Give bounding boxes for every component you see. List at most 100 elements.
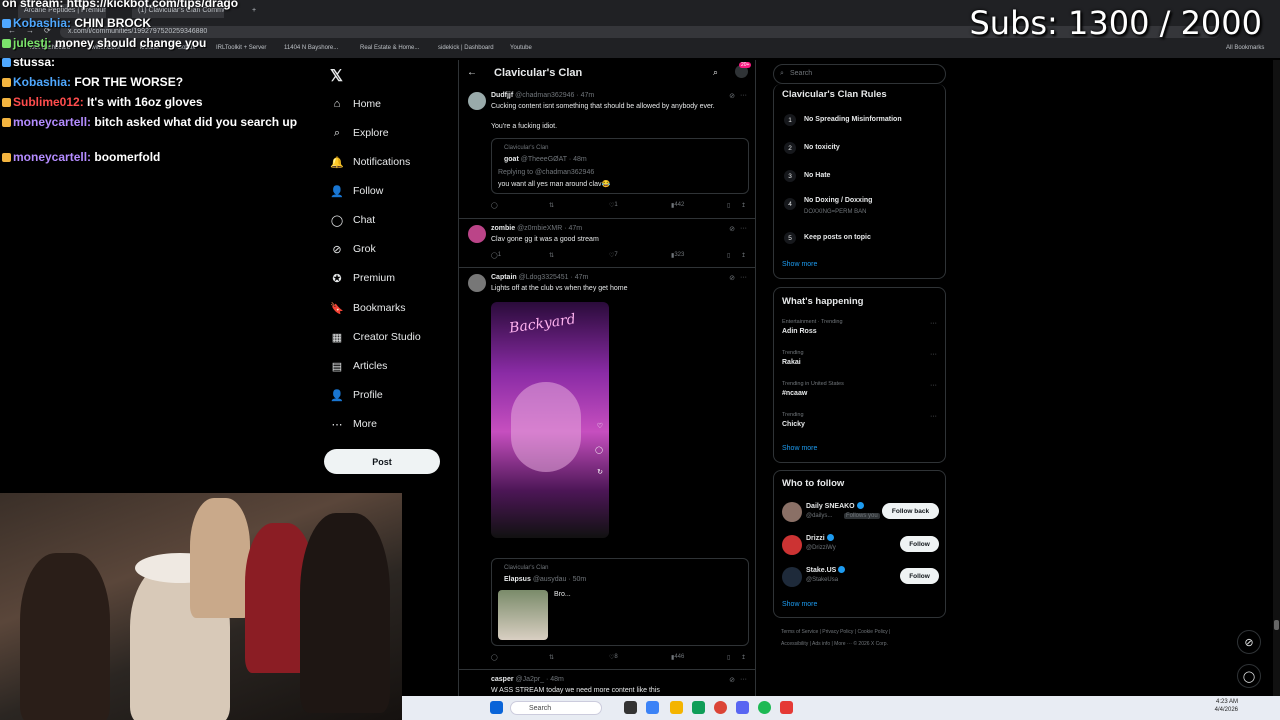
quoted-tweet[interactable]: Clavicular's Clan Elapsus @ausydau · 50m…	[491, 558, 749, 646]
more-icon[interactable]: ···	[930, 413, 937, 420]
avatar[interactable]	[782, 502, 802, 522]
more-icon[interactable]: ···	[740, 274, 747, 281]
more-icon[interactable]: ···	[740, 676, 747, 683]
retweet-icon[interactable]: ⇅	[549, 202, 554, 209]
scrollbar[interactable]	[1273, 60, 1280, 696]
more-icon[interactable]: ···	[930, 351, 937, 358]
discord-icon[interactable]	[736, 701, 749, 714]
views-icon[interactable]: ▮ 446	[671, 654, 684, 661]
taskbar-clock[interactable]: 4:23 AM 4/4/2026	[1215, 698, 1238, 714]
more-icon[interactable]: ···	[930, 382, 937, 389]
scrollbar-thumb[interactable]	[1274, 620, 1279, 630]
spotify-icon[interactable]	[758, 701, 771, 714]
rules-show-more[interactable]: Show more	[782, 261, 817, 268]
nav-articles[interactable]: ▤ Articles	[330, 356, 388, 376]
avatar[interactable]	[468, 274, 486, 292]
tweet[interactable]: casper @Ja2pr_ · 48m ⊘ ··· W ASS STREAM …	[459, 670, 755, 696]
tweet-author[interactable]: Dudfjjf @chadman362946 · 47m	[491, 92, 594, 99]
quote-thumbnail[interactable]	[498, 590, 548, 640]
trend-item[interactable]: #ncaaw	[782, 390, 807, 397]
x-logo-icon[interactable]: 𝕏	[330, 66, 343, 86]
follow-name[interactable]: Daily SNEAKO	[806, 502, 864, 510]
nav-more[interactable]: ⋯ More	[330, 414, 377, 434]
footer-links[interactable]: Accessibility | Ads info | More ··· © 20…	[781, 641, 888, 647]
tweet-author[interactable]: zombie @z0mbieXMR · 47m	[491, 225, 582, 232]
reply-icon[interactable]: ◯	[491, 202, 498, 209]
bookmark-icon[interactable]: ▯	[727, 654, 730, 661]
reply-icon[interactable]: ◯	[491, 654, 498, 661]
nav-chat[interactable]: ◯ Chat	[330, 210, 375, 230]
grok-icon[interactable]: ⊘	[729, 676, 735, 684]
tweet[interactable]: zombie @z0mbieXMR · 47m ⊘ ··· Clav gone …	[459, 219, 755, 268]
grok-float-icon[interactable]: ⊘	[1237, 630, 1261, 654]
nav-follow[interactable]: 👤 Follow	[330, 181, 383, 201]
search-icon[interactable]: ⌕	[713, 67, 718, 78]
like-icon[interactable]: ♡ 7	[609, 252, 618, 259]
rule-text[interactable]: No toxicity	[804, 144, 840, 151]
bookmark-real-estate[interactable]: Real Estate & Home...	[360, 45, 419, 51]
rule-text[interactable]: No Doxing / Doxxing	[804, 197, 872, 204]
bookmark-icon[interactable]: ▯	[727, 252, 730, 259]
bookmark-sidekick[interactable]: sidekick | Dashboard	[438, 45, 494, 51]
nav-notifications[interactable]: 🔔 Notifications	[330, 152, 410, 172]
tweet-author[interactable]: casper @Ja2pr_ · 48m	[491, 676, 564, 683]
tweet-author[interactable]: Captain @Ldog3325451 · 47m	[491, 274, 588, 281]
file-explorer-icon[interactable]	[670, 701, 683, 714]
avatar[interactable]	[782, 567, 802, 587]
follow-button[interactable]: Follow	[900, 568, 939, 584]
all-bookmarks[interactable]: All Bookmarks	[1226, 45, 1264, 51]
trend-item[interactable]: Rakai	[782, 359, 801, 366]
app-icon[interactable]	[646, 701, 659, 714]
share-icon[interactable]: ↥	[741, 202, 746, 209]
app-icon[interactable]	[780, 701, 793, 714]
grok-icon[interactable]: ⊘	[729, 274, 735, 282]
reply-icon[interactable]: ◯ 1	[491, 252, 501, 259]
tweet-video[interactable]: Backyard ♡ ◯ ↻	[491, 302, 609, 538]
messages-float-icon[interactable]: ◯	[1237, 664, 1261, 688]
nav-creator-studio[interactable]: ▦ Creator Studio	[330, 327, 421, 347]
views-icon[interactable]: ▮ 442	[671, 202, 684, 209]
taskbar-search[interactable]: Search	[510, 701, 602, 715]
back-arrow-icon[interactable]: ←	[467, 67, 477, 78]
follow-name[interactable]: Drizzi	[806, 534, 834, 542]
retweet-icon[interactable]: ⇅	[549, 252, 554, 259]
quoted-tweet[interactable]: Clavicular's Clan goat @TheeeGØAT · 48m …	[491, 138, 749, 194]
rule-text[interactable]: No Hate	[804, 172, 830, 179]
follow-button[interactable]: Follow	[900, 536, 939, 552]
grok-icon[interactable]: ⊘	[729, 225, 735, 233]
rule-text[interactable]: Keep posts on topic	[804, 234, 871, 241]
like-icon[interactable]: ♡	[597, 422, 603, 430]
like-icon[interactable]: ♡ 8	[609, 654, 618, 661]
post-button[interactable]: Post	[324, 449, 440, 474]
views-icon[interactable]: ▮ 323	[671, 252, 684, 259]
avatar[interactable]	[468, 92, 486, 110]
start-icon[interactable]	[490, 701, 503, 714]
nav-home[interactable]: ⌂ Home	[330, 94, 381, 114]
comment-icon[interactable]: ◯	[595, 446, 603, 454]
trend-item[interactable]: Chicky	[782, 421, 805, 428]
nav-bookmarks[interactable]: 🔖 Bookmarks	[330, 298, 405, 318]
follow-name[interactable]: Stake.US	[806, 566, 846, 574]
nav-explore[interactable]: ⌕ Explore	[330, 123, 389, 143]
grok-icon[interactable]: ⊘	[729, 92, 735, 100]
retweet-icon[interactable]: ⇅	[549, 654, 554, 661]
more-icon[interactable]: ···	[930, 320, 937, 327]
tweet[interactable]: Dudfjjf @chadman362946 · 47m ⊘ ··· Cucki…	[459, 86, 755, 219]
more-icon[interactable]: ···	[740, 225, 747, 232]
chrome-icon[interactable]	[714, 701, 727, 714]
avatar[interactable]	[468, 225, 486, 243]
rule-text[interactable]: No Spreading Misinformation	[804, 116, 902, 123]
share-icon[interactable]: ↥	[741, 654, 746, 661]
like-icon[interactable]: ♡ 1	[609, 202, 618, 209]
trend-item[interactable]: Adin Ross	[782, 328, 817, 335]
follow-back-button[interactable]: Follow back	[882, 503, 939, 519]
footer-links[interactable]: Terms of Service | Privacy Policy | Cook…	[781, 629, 890, 635]
wtf-show-more[interactable]: Show more	[782, 601, 817, 608]
happening-show-more[interactable]: Show more	[782, 445, 817, 452]
search-input[interactable]: ⌕ Search	[773, 64, 946, 84]
avatar[interactable]	[782, 535, 802, 555]
nav-grok[interactable]: ⊘ Grok	[330, 239, 375, 259]
nav-profile[interactable]: 👤 Profile	[330, 385, 383, 405]
tweet[interactable]: Captain @Ldog3325451 · 47m ⊘ ··· Lights …	[459, 268, 755, 670]
bookmark-icon[interactable]: ▯	[727, 202, 730, 209]
